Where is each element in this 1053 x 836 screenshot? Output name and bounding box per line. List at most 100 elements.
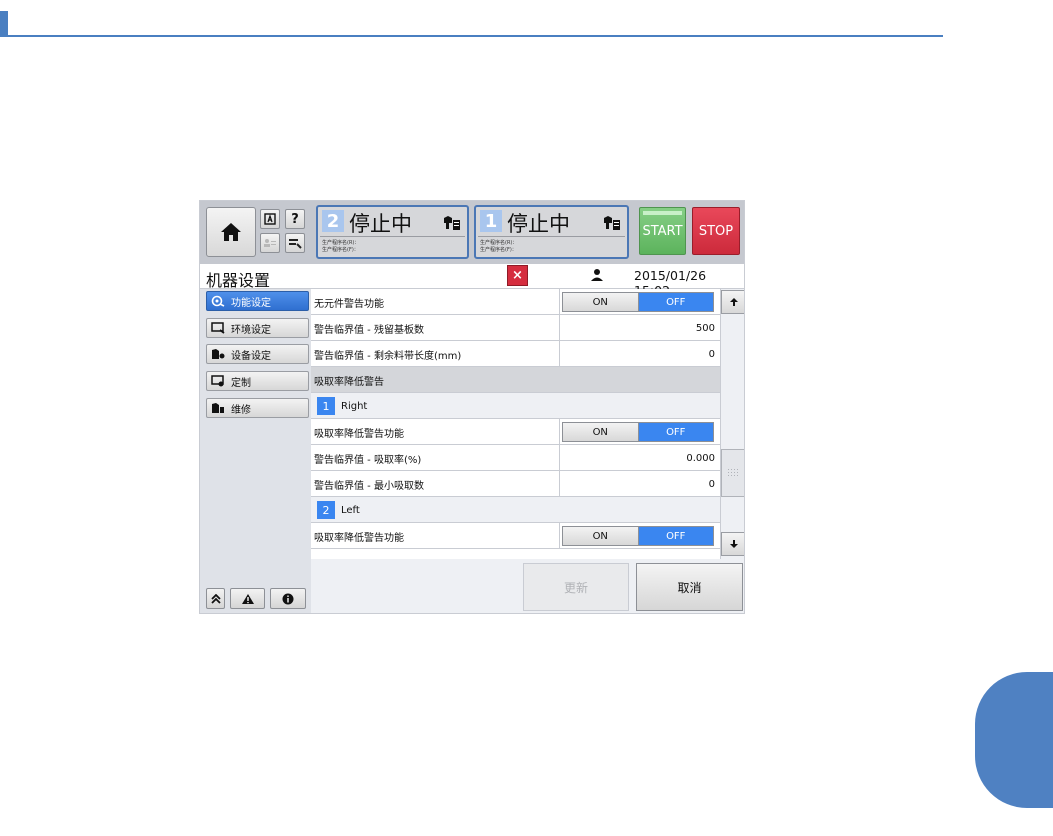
- user-icon: [591, 269, 603, 281]
- table-row[interactable]: 警告临界值 - 最小吸取数 0: [311, 471, 720, 497]
- lane-2-number: 2: [322, 210, 344, 232]
- nav-label: 定制: [231, 377, 251, 389]
- row-label: 吸取率降低警告功能: [314, 428, 404, 440]
- info-icon: [282, 593, 294, 604]
- warning-icon: [241, 593, 254, 604]
- nav-environment-settings[interactable]: 环境设定: [206, 318, 309, 338]
- chapter-tab: [975, 672, 1053, 808]
- lane-1-number: 1: [480, 210, 502, 232]
- page-title: 机器设置: [206, 271, 271, 290]
- off-button[interactable]: OFF: [638, 527, 713, 545]
- nav-label: 环境设定: [231, 324, 271, 336]
- lane-1-status: 停止中: [507, 212, 570, 236]
- cancel-button[interactable]: 取消: [636, 563, 743, 611]
- table-row[interactable]: 警告临界值 - 剩余料带长度(mm) 0: [311, 341, 720, 367]
- table-row: 无元件警告功能 ON OFF: [311, 289, 720, 315]
- value-cell[interactable]: 0: [559, 471, 720, 497]
- users-icon: [264, 239, 276, 247]
- update-button[interactable]: 更新: [523, 563, 629, 611]
- nav-device-settings[interactable]: 设备设定: [206, 344, 309, 364]
- screen-keyboard-button[interactable]: [260, 209, 280, 229]
- lane-sub-header-row: 1 Right: [311, 393, 720, 419]
- off-button[interactable]: OFF: [638, 293, 713, 311]
- on-button[interactable]: ON: [563, 293, 639, 311]
- section-label: 吸取率降低警告: [314, 376, 384, 388]
- lane-2-program-r: 生产程序名(R)：: [322, 240, 360, 246]
- lane-number-chip: 1: [317, 397, 335, 415]
- value-cell[interactable]: 0.000: [559, 445, 720, 471]
- info-button[interactable]: [270, 588, 306, 609]
- row-label: 警告临界值 - 吸取率(%): [314, 454, 422, 466]
- off-button[interactable]: OFF: [638, 423, 713, 441]
- pcb-stack-icon: [444, 216, 460, 230]
- stop-button[interactable]: STOP: [692, 207, 740, 255]
- function-settings-icon: [211, 295, 225, 307]
- lane-2-status-panel[interactable]: 2 停止中 生产程序名(R)： 生产程序名(F)：: [316, 205, 469, 259]
- lane-label: Right: [341, 400, 368, 412]
- scroll-up-button[interactable]: [721, 290, 744, 314]
- lane-label: Left: [341, 504, 360, 516]
- top-header: ? 2 停止中 生产程序名(R)： 生产程序名(F)： 1 停止中 生产程序名(…: [200, 201, 744, 264]
- lane-sub-header-row: 2 Left: [311, 497, 720, 523]
- on-button[interactable]: ON: [563, 527, 639, 545]
- pcb-stack-icon: [604, 216, 620, 230]
- lane-1-program-f: 生产程序名(F)：: [480, 247, 517, 253]
- table-row[interactable]: 警告临界值 - 吸取率(%) 0.000: [311, 445, 720, 471]
- machine-screen: ? 2 停止中 生产程序名(R)： 生产程序名(F)： 1 停止中 生产程序名(…: [199, 200, 745, 614]
- lane-2-status: 停止中: [349, 212, 412, 236]
- no-part-warning-toggle: ON OFF: [562, 292, 714, 312]
- table-row[interactable]: 警告临界值 - 残留基板数 500: [311, 315, 720, 341]
- customize-icon: [211, 375, 225, 387]
- nav-function-settings[interactable]: 功能设定: [206, 291, 309, 311]
- lane-2-program-f: 生产程序名(F)：: [322, 247, 359, 253]
- nav-label: 维修: [231, 404, 251, 416]
- arrow-down-icon: [729, 540, 738, 548]
- row-label: 警告临界值 - 残留基板数: [314, 324, 424, 336]
- arrow-up-icon: [729, 298, 738, 306]
- user-switch-button[interactable]: [260, 233, 280, 253]
- collapse-button[interactable]: [206, 588, 225, 609]
- header-rule: [0, 35, 943, 37]
- grip-icon: [727, 469, 738, 476]
- left-nav: 功能设定 环境设定 设备设定 定制 维修: [200, 289, 311, 613]
- tool-button[interactable]: [285, 233, 305, 253]
- table-row: 吸取率降低警告功能 ON OFF: [311, 419, 720, 445]
- nav-customize[interactable]: 定制: [206, 371, 309, 391]
- title-bar: 机器设置 × 2015/01/26 15:02: [200, 264, 744, 298]
- double-chevron-up-icon: [210, 593, 221, 604]
- home-button[interactable]: [206, 207, 256, 257]
- scroll-down-button[interactable]: [721, 532, 744, 556]
- lane-2-divider: [320, 236, 465, 237]
- monitor-settings-icon: [211, 322, 225, 334]
- page-marker: [0, 11, 8, 35]
- scroll-thumb[interactable]: [721, 449, 744, 497]
- question-icon: ?: [291, 211, 299, 227]
- close-icon: ×: [512, 268, 523, 283]
- lane-1-divider: [478, 236, 625, 237]
- footer: 更新 取消: [311, 559, 744, 613]
- section-header-row: 吸取率降低警告: [311, 367, 720, 393]
- nav-label: 设备设定: [231, 350, 271, 362]
- lane-1-status-panel[interactable]: 1 停止中 生产程序名(R)： 生产程序名(F)：: [474, 205, 629, 259]
- maintenance-icon: [211, 402, 225, 414]
- help-button[interactable]: ?: [285, 209, 305, 229]
- pickup-rate-warning-toggle: ON OFF: [562, 526, 714, 546]
- lane-number-chip: 2: [317, 501, 335, 519]
- row-label: 警告临界值 - 最小吸取数: [314, 480, 424, 492]
- home-icon: [221, 223, 241, 241]
- scrollbar[interactable]: [720, 289, 744, 559]
- tool-icon: [289, 239, 302, 249]
- row-label: 警告临界值 - 剩余料带长度(mm): [314, 350, 462, 362]
- nav-maintenance[interactable]: 维修: [206, 398, 309, 418]
- keyboard-icon: [264, 213, 276, 225]
- row-label: 无元件警告功能: [314, 298, 384, 310]
- warning-button[interactable]: [230, 588, 265, 609]
- device-settings-icon: [211, 348, 225, 360]
- settings-table: 无元件警告功能 ON OFF 警告临界值 - 残留基板数 500 警告临界值 -…: [311, 289, 720, 559]
- start-button[interactable]: START: [639, 207, 686, 255]
- value-cell[interactable]: 500: [559, 315, 720, 341]
- pickup-rate-warning-toggle: ON OFF: [562, 422, 714, 442]
- on-button[interactable]: ON: [563, 423, 639, 441]
- close-button[interactable]: ×: [507, 265, 528, 286]
- value-cell[interactable]: 0: [559, 341, 720, 367]
